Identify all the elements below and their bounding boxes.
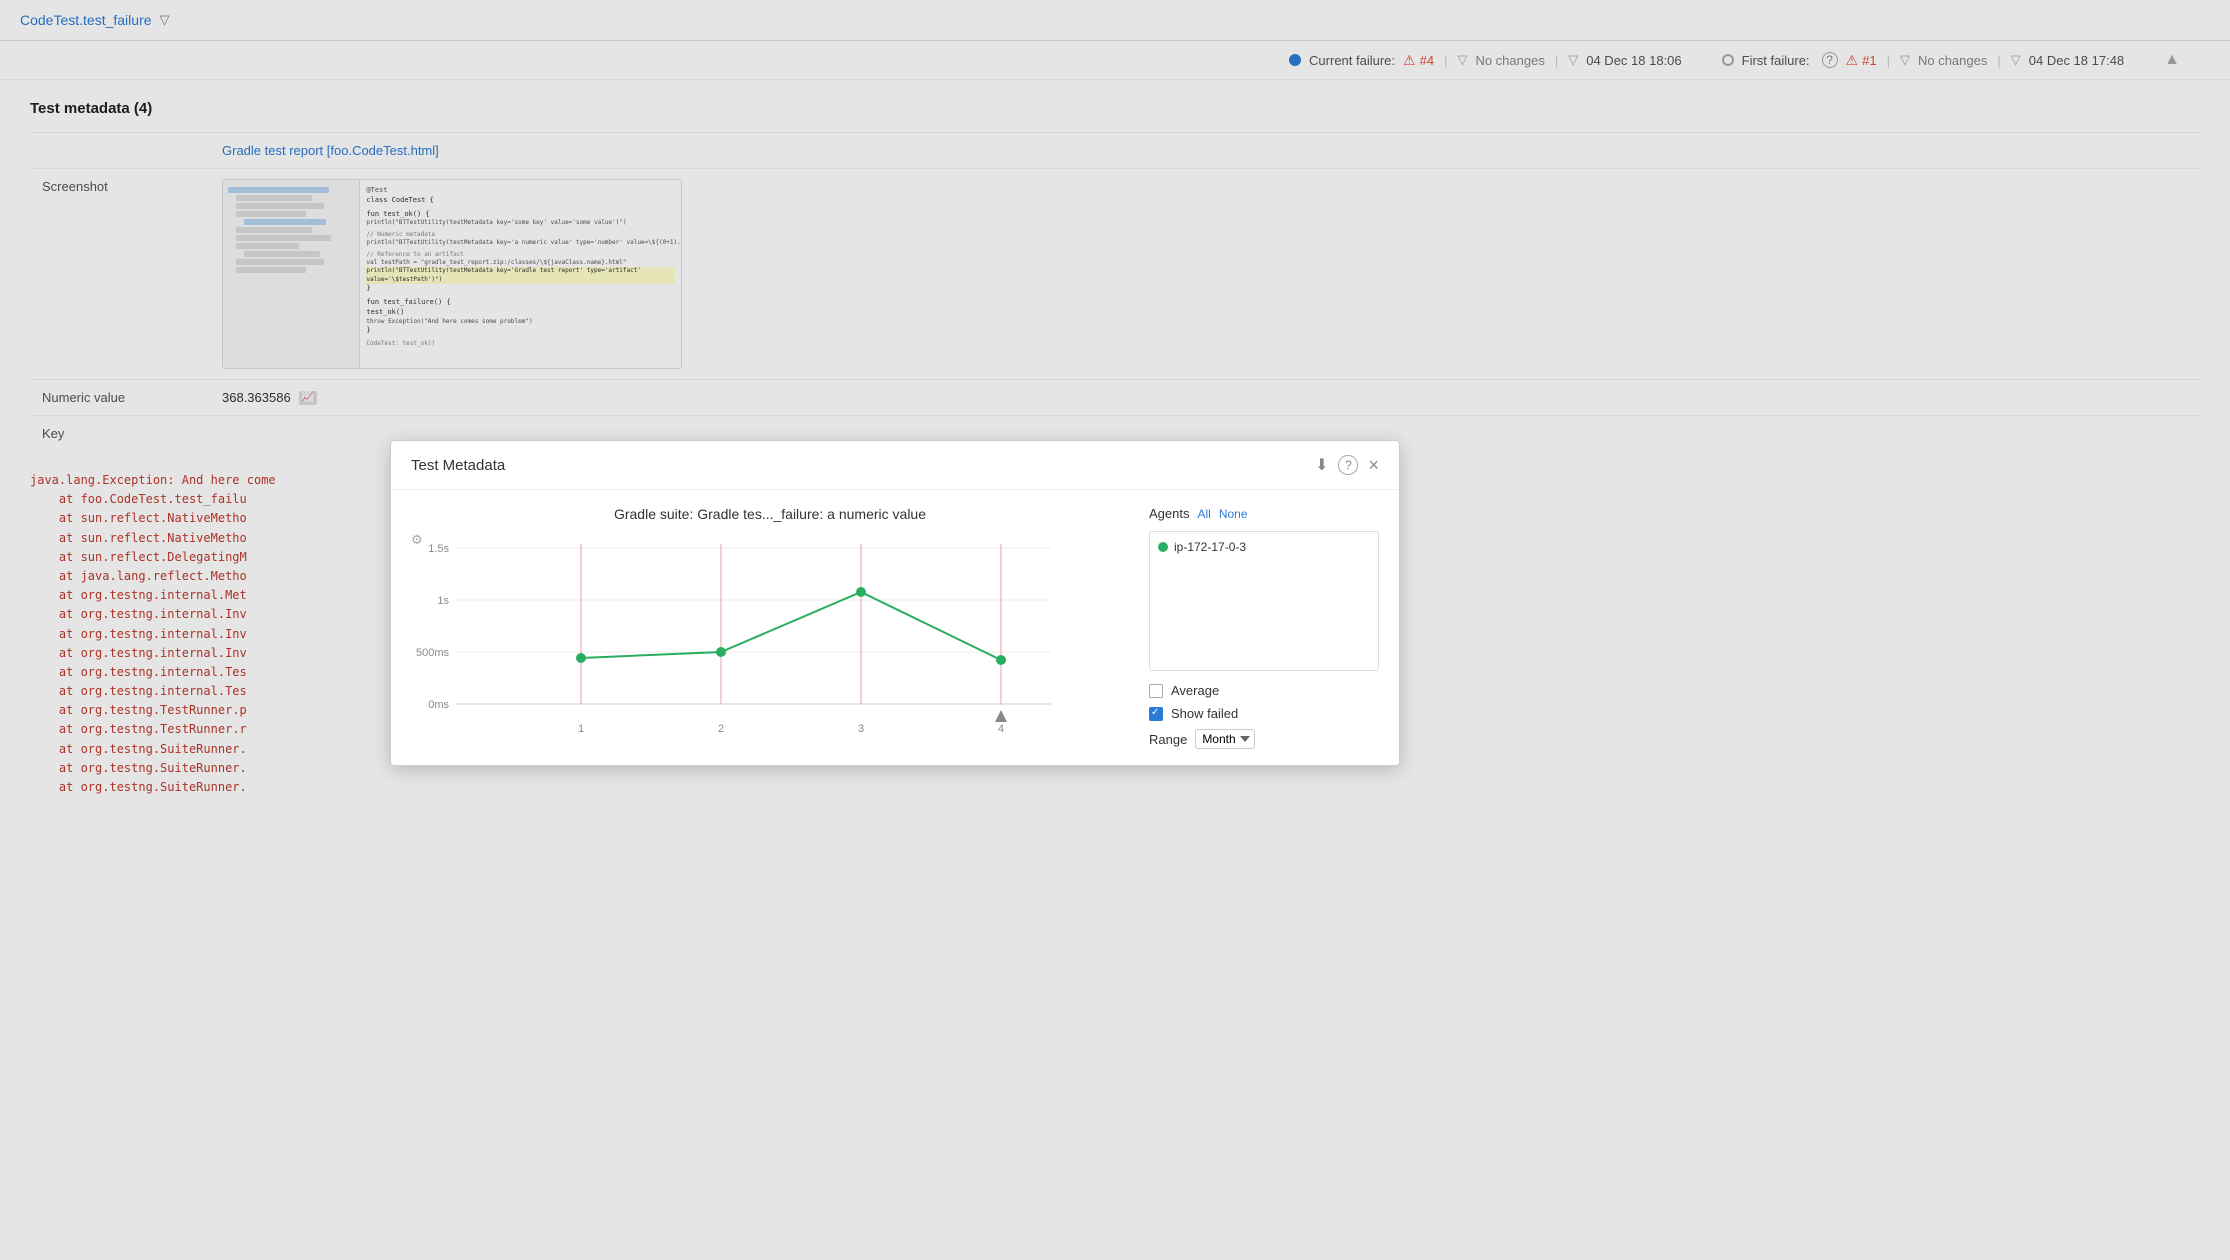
agents-header: Agents All None <box>1149 506 1379 521</box>
show-failed-option-row: Show failed <box>1149 706 1379 721</box>
show-failed-checkbox[interactable] <box>1149 707 1163 721</box>
agent-item: ip-172-17-0-3 <box>1158 540 1370 554</box>
svg-text:1.5s: 1.5s <box>428 543 449 555</box>
range-select[interactable]: Day Week Month Year <box>1195 729 1255 749</box>
modal-help-icon[interactable]: ? <box>1338 455 1358 475</box>
chart-point-1[interactable] <box>576 653 586 663</box>
svg-text:1s: 1s <box>437 595 449 607</box>
chart-svg: 1.5s 1s 500ms 0ms <box>411 532 1071 742</box>
modal-close-button[interactable]: × <box>1368 456 1379 474</box>
average-checkbox[interactable] <box>1149 684 1163 698</box>
svg-text:0ms: 0ms <box>428 699 449 711</box>
svg-text:500ms: 500ms <box>416 647 450 659</box>
chart-title: Gradle suite: Gradle tes..._failure: a n… <box>411 506 1129 522</box>
chart-point-4[interactable] <box>996 655 1006 665</box>
download-icon[interactable]: ⬇ <box>1315 455 1328 475</box>
chart-wrapper: ⚙ 1.5s 1s 500ms 0ms <box>411 532 1129 745</box>
average-label: Average <box>1171 683 1219 698</box>
agents-label: Agents <box>1149 506 1189 521</box>
chart-settings-icon[interactable]: ⚙ <box>411 532 423 548</box>
average-option-row: Average <box>1149 683 1379 698</box>
svg-text:1: 1 <box>578 723 584 735</box>
test-metadata-modal: Test Metadata ⬇ ? × Gradle suite: Gradle… <box>390 440 1400 766</box>
svg-text:3: 3 <box>858 723 864 735</box>
current-build-indicator <box>995 710 1007 722</box>
range-row: Range Day Week Month Year <box>1149 729 1379 749</box>
agent-name: ip-172-17-0-3 <box>1174 540 1246 554</box>
agents-links: All None <box>1197 507 1247 521</box>
agents-none-link[interactable]: None <box>1219 507 1248 521</box>
agents-all-link[interactable]: All <box>1197 507 1210 521</box>
svg-text:4: 4 <box>998 723 1004 735</box>
modal-body: Gradle suite: Gradle tes..._failure: a n… <box>391 490 1399 765</box>
chart-sidebar: Agents All None ip-172-17-0-3 Average Sh… <box>1149 506 1379 749</box>
modal-title: Test Metadata <box>411 457 505 474</box>
range-label: Range <box>1149 732 1187 747</box>
agent-status-dot <box>1158 542 1168 552</box>
show-failed-label: Show failed <box>1171 706 1238 721</box>
chart-point-2[interactable] <box>716 647 726 657</box>
chart-point-3[interactable] <box>856 587 866 597</box>
svg-text:2: 2 <box>718 723 724 735</box>
modal-icons: ⬇ ? × <box>1315 455 1379 475</box>
agent-box: ip-172-17-0-3 <box>1149 531 1379 671</box>
chart-area: Gradle suite: Gradle tes..._failure: a n… <box>411 506 1129 749</box>
modal-header: Test Metadata ⬇ ? × <box>391 441 1399 490</box>
